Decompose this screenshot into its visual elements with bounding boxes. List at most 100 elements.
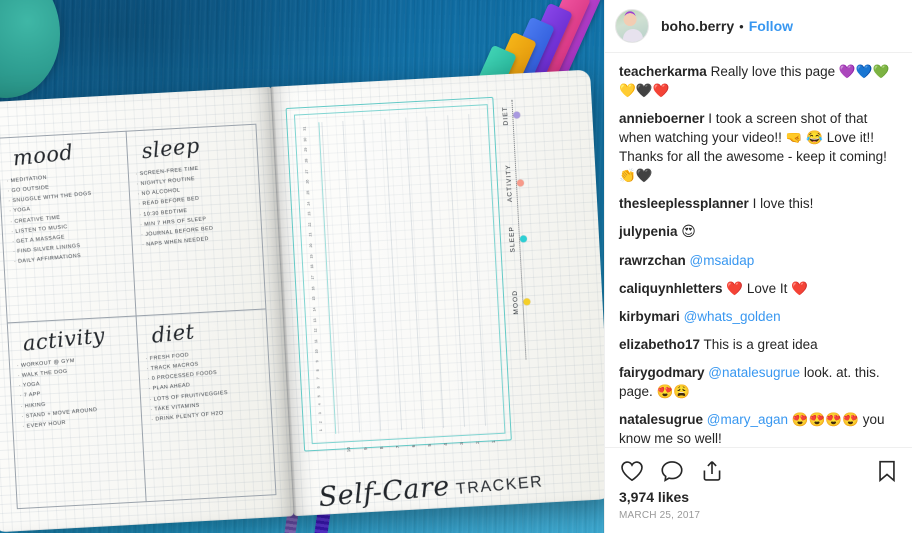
habit-quadrant-grid: mood MEDITATION GO OUTSIDE SNUGGLE WITH … [0,123,277,510]
activity-item-list: WORKOUT @ GYM WALK THE DOG YOGA 7 APP HI… [17,351,138,432]
legend-label: SLEEP [508,225,517,253]
legend-color-dot-activity [516,178,525,187]
comment-author[interactable]: kirbymari [619,309,680,324]
post-date: MARCH 25, 2017 [619,510,701,521]
comment-text: 😍 [681,224,696,240]
day-tick: 3 [318,411,323,415]
day-tick: 14 [312,307,317,312]
comment-author[interactable]: elizabetho17 [619,337,700,352]
instagram-post: mood MEDITATION GO OUTSIDE SNUGGLE WITH … [0,0,912,533]
comment-item: elizabetho17 This is a great idea [619,326,898,354]
hour-tick: 1 [490,439,496,443]
day-tick: 6 [316,385,321,389]
comment-item: caliquynhletters ❤️ Love It ❤️ [619,270,898,298]
legend-item-sleep: SLEEP [508,225,528,253]
tracker-column-lines [321,113,501,434]
day-tick: 15 [311,296,317,301]
comment-author[interactable]: thesleeplessplanner [619,196,749,211]
tracker-hour-axis: 10 9 8 7 6 5 4 3 2 1 [339,434,502,457]
legend-color-dot-diet [513,111,521,119]
legend-label: ACTIVITY [504,163,514,203]
comment-mention[interactable]: @msaidap [690,253,755,268]
day-tick: 30 [303,136,308,142]
hour-tick: 5 [426,443,432,447]
day-tick: 23 [307,211,312,216]
comment-mention[interactable]: @whats_golden [684,309,781,324]
tracker-title-script: Self-Care [317,470,452,514]
heart-icon[interactable] [619,458,645,484]
hour-tick: 3 [458,441,464,445]
share-arrow-icon[interactable] [699,458,725,484]
comment-text: I love this! [752,196,814,211]
day-tick: 17 [310,275,315,280]
hour-tick: 10 [345,446,351,452]
comment-author[interactable]: natalesugrue [619,412,703,427]
day-tick: 5 [317,394,322,397]
post-sidebar: boho.berry • Follow teacherkarma Really … [604,0,912,533]
hour-tick: 6 [410,444,416,448]
day-tick: 16 [311,285,316,291]
day-tick: 28 [304,158,309,163]
header-separator: • [739,18,744,34]
post-header: boho.berry • Follow [605,0,912,52]
tracker-grid-inner: 1 2 3 4 5 6 7 8 9 10 11 12 13 14 15 16 1… [293,104,506,452]
comment-author[interactable]: fairygodmary [619,365,705,380]
quadrant-title-activity: activity [21,323,107,356]
legend-item-activity: ACTIVITY [505,163,525,202]
hour-tick: 4 [442,442,448,446]
mood-item-list: MEDITATION GO OUTSIDE SNUGGLE WITH THE D… [6,166,129,268]
comment-author[interactable]: teacherkarma [619,64,707,79]
day-tick: 10 [314,349,319,354]
comment-author[interactable]: annieboerner [619,111,705,126]
tracker-grid: 1 2 3 4 5 6 7 8 9 10 11 12 13 14 15 16 1… [285,96,512,452]
day-tick: 1 [318,429,324,432]
day-tick: 24 [306,200,311,205]
day-tick: 7 [316,377,321,380]
comment-author[interactable]: rawrzchan [619,253,686,268]
follow-button[interactable]: Follow [749,18,793,34]
day-tick: 29 [303,147,308,152]
comment-mention[interactable]: @mary_agan [707,412,788,427]
comment-item: natalesugrue @mary_agan 😍😍😍😍 you know me… [619,401,898,447]
day-tick: 18 [310,264,315,269]
comment-item: teacherkarma Really love this page 💜💙💚💛🖤… [619,53,898,100]
hour-tick: 2 [474,440,480,444]
comment-author[interactable]: caliquynhletters [619,281,723,296]
comment-item: thesleeplessplanner I love this! [619,185,898,213]
legend-label: DIET [501,105,510,126]
avatar[interactable] [615,9,649,43]
comment-text: This is a great idea [703,337,818,352]
day-tick: 31 [302,126,307,131]
comment-author[interactable]: julypenia [619,224,678,239]
post-photo[interactable]: mood MEDITATION GO OUTSIDE SNUGGLE WITH … [0,0,604,533]
comment-mention[interactable]: @natalesugrue [708,365,800,380]
bookmark-icon[interactable] [876,458,898,484]
legend-item-mood: MOOD [512,289,531,315]
hour-tick: 7 [394,445,400,448]
day-tick: 26 [305,179,310,184]
journal-left-page: mood MEDITATION GO OUTSIDE SNUGGLE WITH … [0,86,294,533]
bullet-journal: mood MEDITATION GO OUTSIDE SNUGGLE WITH … [0,69,604,533]
post-actions [605,447,912,489]
legend-color-dot-sleep [519,234,528,243]
legend-item-diet: DIET [501,105,521,126]
quadrant-mood: mood MEDITATION GO OUTSIDE SNUGGLE WITH … [0,131,137,324]
day-tick: 12 [313,328,318,333]
day-tick: 2 [318,420,323,423]
day-tick: 11 [314,339,319,343]
journal-right-page: 1 2 3 4 5 6 7 8 9 10 11 12 13 14 15 16 1… [270,69,604,517]
day-tick: 27 [304,168,310,173]
comments-list[interactable]: teacherkarma Really love this page 💜💙💚💛🖤… [605,52,912,447]
comment-bubble-icon[interactable] [659,458,685,484]
quadrant-title-sleep: sleep [140,133,201,164]
day-tick: 8 [315,368,320,371]
day-tick: 21 [308,232,313,237]
username-link[interactable]: boho.berry [661,18,734,34]
likes-count[interactable]: 3,974 likes [605,489,912,508]
comment-item: annieboerner I took a screen shot of tha… [619,100,898,185]
comment-item: kirbymari @whats_golden [619,298,898,326]
quadrant-diet: diet FRESH FOOD TRACK MACROS 0 PROCESSED… [137,309,276,501]
comment-text: ❤️ Love It ❤️ [726,281,808,296]
quadrant-title-mood: mood [11,140,75,171]
quadrant-title-diet: diet [150,319,196,348]
